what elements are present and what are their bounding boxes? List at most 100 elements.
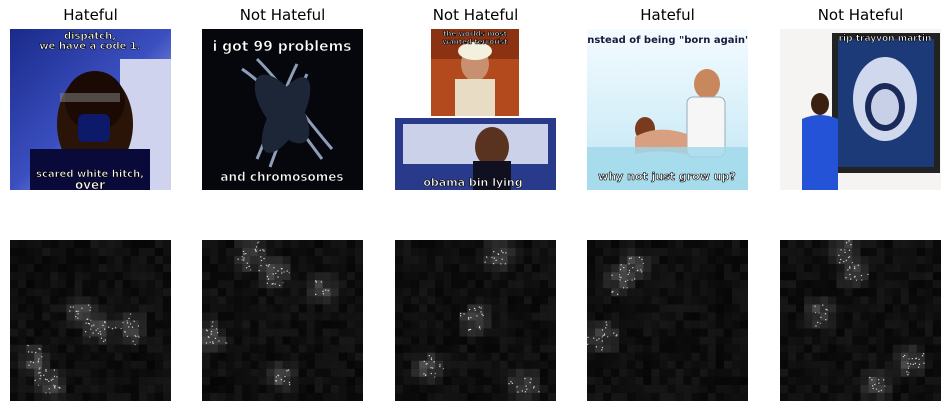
saliency-cell: [643, 256, 652, 265]
saliency-cell: [884, 336, 893, 345]
saliency-cell: [780, 392, 789, 401]
saliency-cell: [884, 392, 893, 401]
saliency-cell: [242, 312, 251, 321]
saliency-cell: [539, 256, 548, 265]
saliency-cell: [491, 264, 500, 273]
saliency-cell: [411, 240, 420, 249]
saliency-cell: [82, 320, 91, 329]
saliency-cell: [234, 344, 243, 353]
saliency-cell: [74, 344, 83, 353]
saliency-speck: [423, 360, 425, 362]
saliency-speck: [39, 367, 41, 369]
saliency-cell: [611, 368, 620, 377]
saliency-cell: [868, 248, 877, 257]
saliency-cell: [26, 336, 35, 345]
saliency-cell: [435, 272, 444, 281]
saliency-cell: [82, 352, 91, 361]
saliency-cell: [892, 352, 901, 361]
saliency-cell: [58, 344, 67, 353]
saliency-cell: [258, 384, 267, 393]
saliency-cell: [250, 384, 259, 393]
saliency-cell: [162, 312, 171, 321]
saliency-cell: [218, 240, 227, 249]
saliency-cell: [138, 392, 147, 401]
saliency-cell: [266, 352, 275, 361]
saliency-cell: [860, 248, 869, 257]
saliency-cell: [314, 312, 323, 321]
saliency-cell: [122, 288, 131, 297]
saliency-cell: [595, 272, 604, 281]
saliency-cell: [226, 376, 235, 385]
saliency-cell: [828, 384, 837, 393]
saliency-cell: [723, 280, 732, 289]
saliency-cell: [900, 392, 909, 401]
saliency-cell: [74, 384, 83, 393]
saliency-speck: [849, 273, 851, 276]
saliency-cell: [443, 384, 452, 393]
saliency-cell: [66, 280, 75, 289]
saliency-cell: [619, 336, 628, 345]
saliency-cell: [852, 312, 861, 321]
saliency-cell: [475, 264, 484, 273]
saliency-cell: [298, 392, 307, 401]
saliency-cell: [788, 344, 797, 353]
saliency-cell: [876, 256, 885, 265]
saliency-cell: [26, 320, 35, 329]
saliency-speck: [54, 387, 56, 389]
saliency-cell: [306, 288, 315, 297]
saliency-speck: [93, 324, 95, 326]
saliency-speck: [211, 325, 213, 327]
saliency-speck: [915, 358, 917, 360]
saliency-cell: [780, 296, 789, 305]
saliency-cell: [780, 264, 789, 273]
saliency-cell: [395, 392, 404, 401]
saliency-cell: [523, 344, 532, 353]
saliency-speck: [533, 386, 535, 388]
saliency-cell: [459, 352, 468, 361]
saliency-cell: [828, 304, 837, 313]
saliency-cell: [651, 264, 660, 273]
saliency-cell: [346, 392, 355, 401]
saliency-cell: [290, 240, 299, 249]
saliency-cell: [403, 272, 412, 281]
saliency-cell: [74, 328, 83, 337]
saliency-cell: [26, 280, 35, 289]
meme-image-2: i got 99 problems and chromosomes: [202, 29, 363, 190]
saliency-cell: [403, 296, 412, 305]
saliency-cell: [50, 352, 59, 361]
saliency-cell: [338, 240, 347, 249]
saliency-cell: [282, 296, 291, 305]
saliency-cell: [338, 352, 347, 361]
saliency-cell: [788, 352, 797, 361]
saliency-cell: [539, 280, 548, 289]
saliency-cell: [130, 368, 139, 377]
saliency-speck: [103, 328, 106, 330]
saliency-cell: [10, 368, 19, 377]
saliency-cell: [699, 376, 708, 385]
saliency-cell: [868, 272, 877, 281]
saliency-cell: [884, 272, 893, 281]
saliency-cell: [860, 352, 869, 361]
saliency-cell: [34, 320, 43, 329]
saliency-cell: [202, 376, 211, 385]
saliency-cell: [675, 384, 684, 393]
saliency-cell: [306, 368, 315, 377]
saliency-cell: [667, 392, 676, 401]
saliency-cell: [828, 360, 837, 369]
saliency-cell: [66, 272, 75, 281]
saliency-cell: [635, 264, 644, 273]
saliency-cell: [202, 272, 211, 281]
saliency-cell: [98, 280, 107, 289]
saliency-cell: [523, 336, 532, 345]
saliency-cell: [547, 392, 556, 401]
saliency-cell: [587, 288, 596, 297]
saliency-cell: [282, 352, 291, 361]
saliency-cell: [667, 280, 676, 289]
saliency-cell: [66, 256, 75, 265]
saliency-cell: [715, 264, 724, 273]
saliency-cell: [892, 312, 901, 321]
saliency-cell: [154, 392, 163, 401]
saliency-cell: [322, 336, 331, 345]
saliency-cell: [699, 328, 708, 337]
saliency-cell: [659, 360, 668, 369]
